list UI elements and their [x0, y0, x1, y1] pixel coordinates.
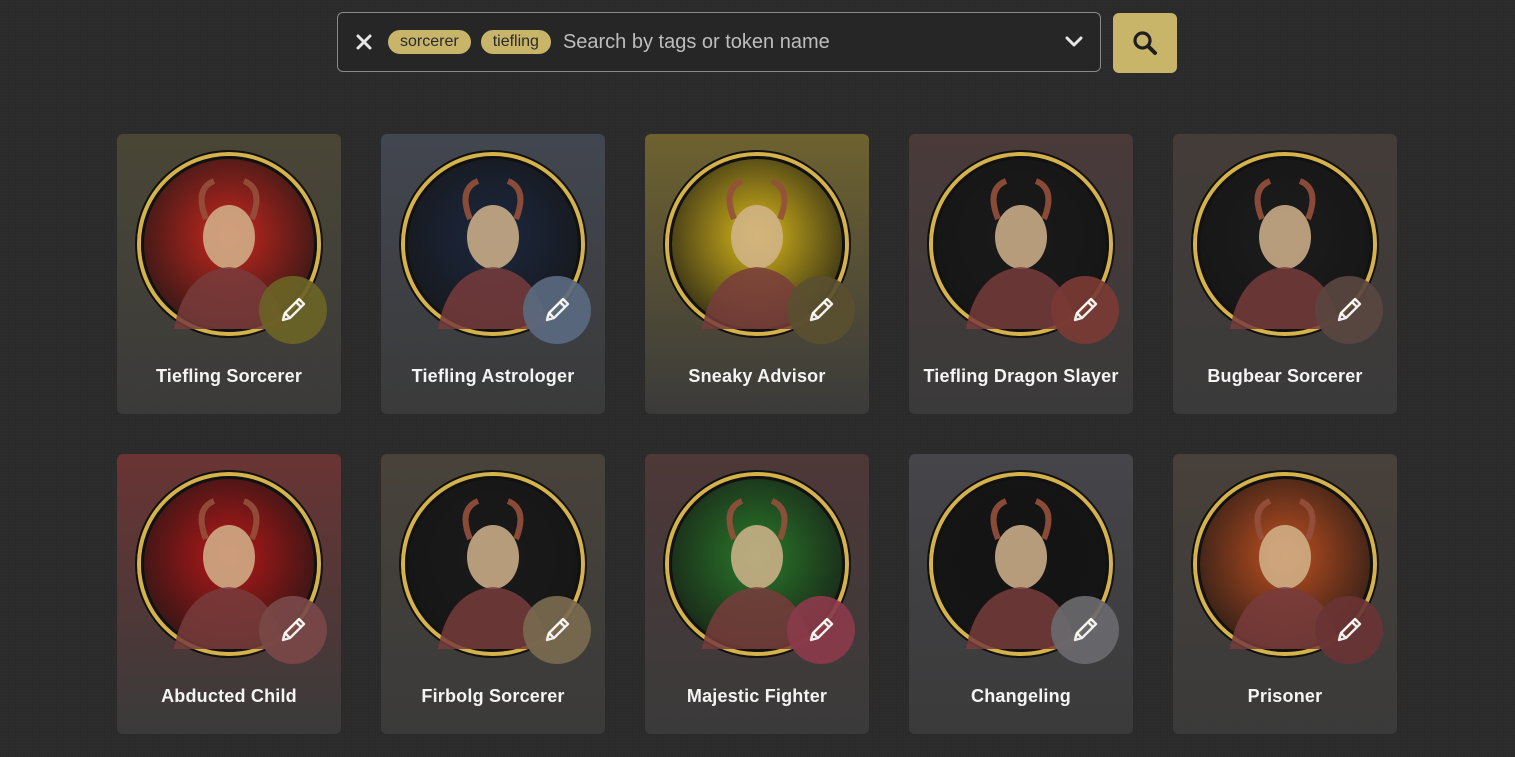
token-name: Prisoner [1247, 686, 1323, 706]
token-card[interactable]: Tiefling Astrologer [381, 134, 605, 414]
pencil-icon [1073, 617, 1098, 642]
pencil-icon [1337, 297, 1362, 322]
token-card[interactable]: Firbolg Sorcerer [381, 454, 605, 734]
pencil-icon [545, 297, 570, 322]
token-card[interactable]: Bugbear Sorcerer [1173, 134, 1397, 414]
edit-token-button[interactable] [1051, 596, 1119, 664]
token-card[interactable]: Prisoner [1173, 454, 1397, 734]
search-bar: sorcerer tiefling [337, 12, 1101, 72]
token-card[interactable]: Sneaky Advisor [645, 134, 869, 414]
edit-token-button[interactable] [1315, 596, 1383, 664]
search-icon [1133, 31, 1157, 55]
clear-search-button[interactable] [350, 28, 378, 56]
edit-token-button[interactable] [523, 276, 591, 344]
close-icon [356, 34, 372, 50]
token-card[interactable]: Tiefling Dragon Slayer [909, 134, 1133, 414]
token-name: Tiefling Astrologer [411, 366, 575, 386]
token-name: Tiefling Dragon Slayer [923, 366, 1119, 386]
search-button[interactable] [1113, 13, 1177, 73]
edit-token-button[interactable] [523, 596, 591, 664]
token-card[interactable]: Changeling [909, 454, 1133, 734]
edit-token-button[interactable] [787, 276, 855, 344]
edit-token-button[interactable] [787, 596, 855, 664]
edit-token-button[interactable] [1051, 276, 1119, 344]
pencil-icon [809, 617, 834, 642]
search-input[interactable] [560, 21, 1054, 63]
pencil-icon [1337, 617, 1362, 642]
chevron-down-icon [1065, 36, 1083, 47]
dropdown-toggle[interactable] [1054, 22, 1094, 62]
edit-token-button[interactable] [259, 276, 327, 344]
token-name: Bugbear Sorcerer [1207, 366, 1363, 386]
token-name: Tiefling Sorcerer [155, 366, 303, 386]
pencil-icon [809, 297, 834, 322]
token-name: Abducted Child [161, 686, 297, 706]
pencil-icon [281, 617, 306, 642]
tag-chip[interactable]: tiefling [480, 30, 551, 54]
edit-token-button[interactable] [1315, 276, 1383, 344]
token-card[interactable]: Abducted Child [117, 454, 341, 734]
pencil-icon [1073, 297, 1098, 322]
token-name: Sneaky Advisor [688, 366, 826, 386]
token-card[interactable]: Tiefling Sorcerer [117, 134, 341, 414]
tag-chip[interactable]: sorcerer [388, 30, 471, 54]
token-card[interactable]: Majestic Fighter [645, 454, 869, 734]
token-name: Majestic Fighter [686, 686, 828, 706]
pencil-icon [545, 617, 570, 642]
pencil-icon [281, 297, 306, 322]
edit-token-button[interactable] [259, 596, 327, 664]
token-name: Firbolg Sorcerer [421, 686, 565, 706]
token-name: Changeling [971, 686, 1071, 706]
